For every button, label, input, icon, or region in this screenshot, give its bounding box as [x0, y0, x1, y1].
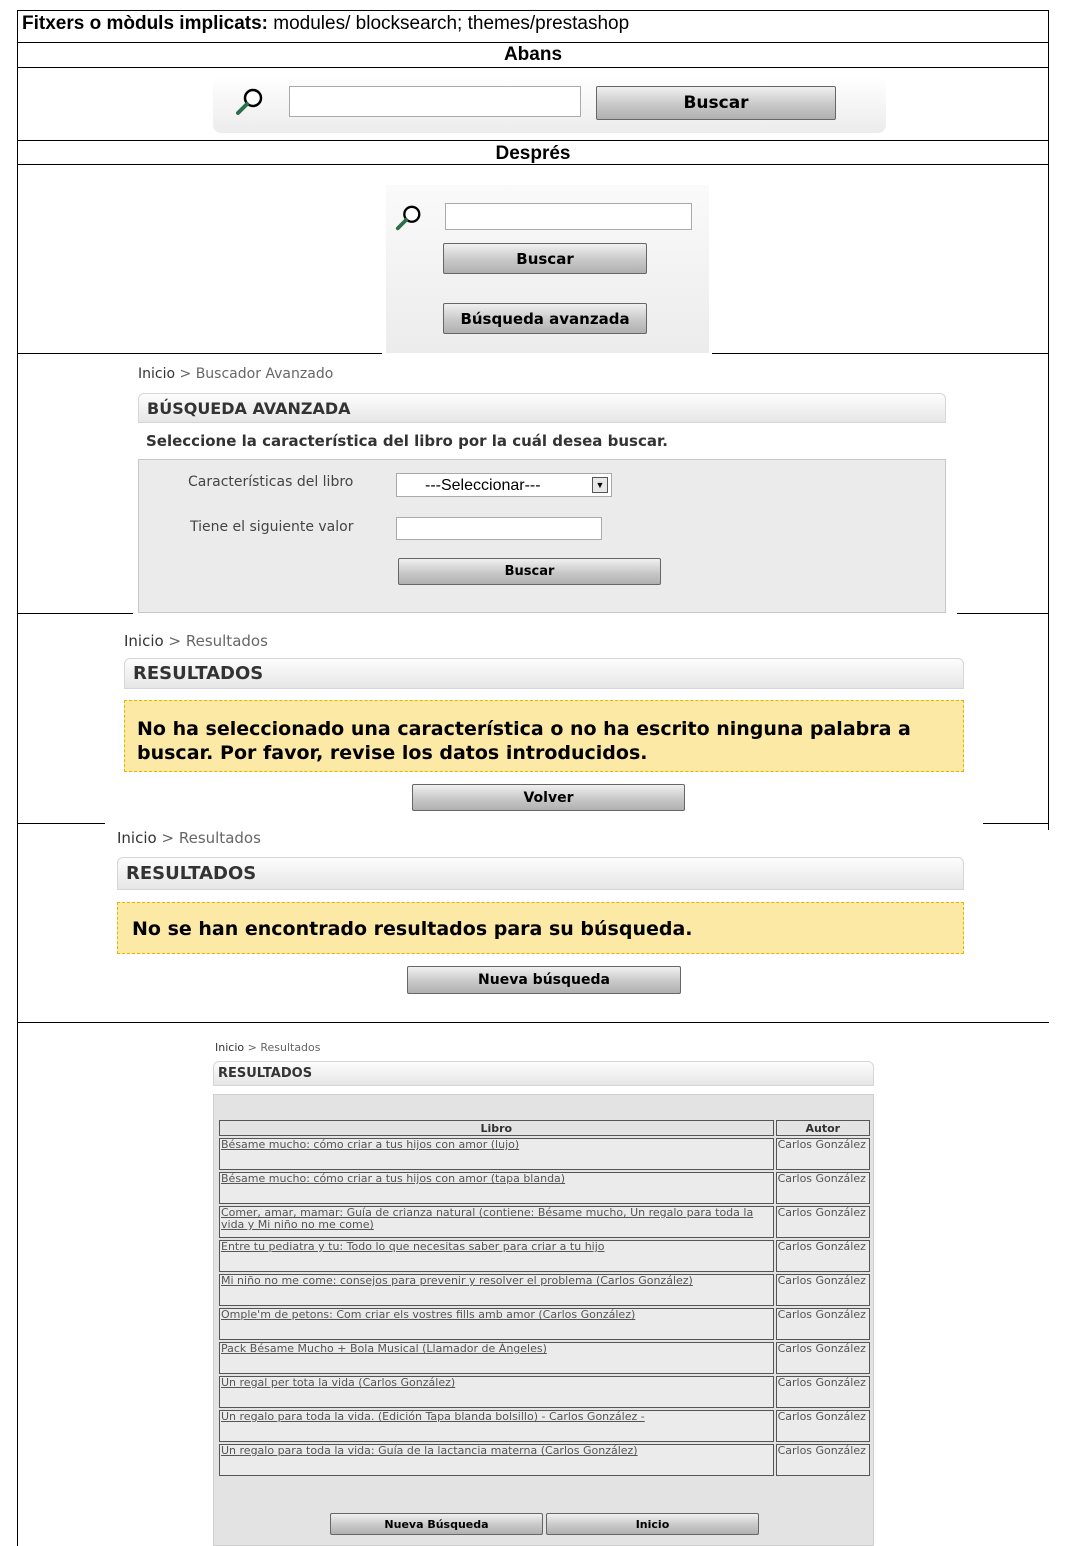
row-divider: [983, 823, 1049, 824]
header-value: modules/ blocksearch; themes/prestashop: [268, 13, 630, 34]
new-search-button[interactable]: Nueva Búsqueda: [330, 1513, 543, 1535]
book-link[interactable]: Bésame mucho: cómo criar a tus hijos con…: [221, 1172, 565, 1185]
author-cell: Carlos González: [775, 1172, 870, 1204]
author-cell: Carlos González: [775, 1274, 870, 1306]
after-title: Després: [495, 143, 571, 164]
breadcrumb: Inicio > Resultados: [124, 632, 268, 650]
table-row: Pack Bésame Mucho + Bola Musical (Llamad…: [219, 1342, 870, 1374]
feature-select-value: ---Seleccionar---: [425, 477, 541, 494]
table-row: Mi niño no me come: consejos para preven…: [219, 1274, 870, 1306]
breadcrumb: Inicio > Buscador Avanzado: [138, 366, 333, 382]
book-link[interactable]: Mi niño no me come: consejos para preven…: [221, 1274, 693, 1287]
table-row: Un regalo para toda la vida. (Edición Ta…: [219, 1410, 870, 1442]
breadcrumb-current: Resultados: [260, 1041, 321, 1054]
results-table: Libro Autor Bésame mucho: cómo criar a t…: [217, 1118, 872, 1478]
advanced-search-instruction: Seleccione la característica del libro p…: [146, 432, 668, 450]
before-search-input[interactable]: [289, 86, 581, 117]
after-search-button[interactable]: Buscar: [443, 243, 647, 274]
error-message: No ha seleccionado una característica o …: [124, 700, 964, 772]
frame-top-border: [17, 10, 1049, 11]
row-divider: [17, 67, 1049, 68]
column-header-book: Libro: [219, 1120, 774, 1136]
results-title: RESULTADOS: [213, 1061, 874, 1086]
breadcrumb: Inicio > Resultados: [215, 1041, 321, 1054]
breadcrumb-current: Resultados: [178, 829, 261, 847]
after-search-input[interactable]: [445, 203, 692, 230]
author-cell: Carlos González: [775, 1138, 870, 1170]
breadcrumb-home[interactable]: Inicio: [138, 366, 175, 382]
breadcrumb-home[interactable]: Inicio: [117, 829, 157, 847]
column-header-author: Autor: [775, 1120, 870, 1136]
table-row: Bésame mucho: cómo criar a tus hijos con…: [219, 1172, 870, 1204]
advanced-submit-button[interactable]: Buscar: [398, 558, 661, 585]
header-label: Fitxers o mòduls implicats:: [22, 13, 268, 34]
author-cell: Carlos González: [775, 1376, 870, 1408]
back-button[interactable]: Volver: [412, 784, 685, 811]
advanced-search-button[interactable]: Búsqueda avanzada: [443, 303, 647, 334]
book-link[interactable]: Comer, amar, mamar: Guía de crianza natu…: [221, 1206, 753, 1231]
feature-select[interactable]: ---Seleccionar--- ▼: [396, 473, 612, 497]
row-divider: [17, 613, 133, 614]
author-cell: Carlos González: [775, 1444, 870, 1476]
before-title: Abans: [503, 44, 563, 65]
row-divider: [712, 353, 1049, 354]
error-message-line1: No ha seleccionado una característica o …: [137, 718, 911, 740]
author-cell: Carlos González: [775, 1342, 870, 1374]
row-divider: [957, 613, 1049, 614]
table-row: Bésame mucho: cómo criar a tus hijos con…: [219, 1138, 870, 1170]
row-divider: [17, 1022, 1049, 1023]
book-link[interactable]: Omple'm de petons: Com criar els vostres…: [221, 1308, 635, 1321]
breadcrumb: Inicio > Resultados: [117, 829, 261, 847]
new-search-button[interactable]: Nueva búsqueda: [407, 966, 681, 994]
search-icon: [236, 88, 263, 115]
breadcrumb-home[interactable]: Inicio: [215, 1041, 244, 1054]
before-search-button[interactable]: Buscar: [596, 86, 836, 120]
home-button[interactable]: Inicio: [546, 1513, 759, 1535]
book-link[interactable]: Un regalo para toda la vida: Guía de la …: [221, 1444, 638, 1457]
value-label: Tiene el siguiente valor: [190, 519, 354, 535]
row-divider: [17, 42, 1049, 43]
table-row: Un regal per tota la vida (Carlos Gonzál…: [219, 1376, 870, 1408]
breadcrumb-home[interactable]: Inicio: [124, 632, 164, 650]
table-row: Omple'm de petons: Com criar els vostres…: [219, 1308, 870, 1340]
table-row: Un regalo para toda la vida: Guía de la …: [219, 1444, 870, 1476]
book-link[interactable]: Entre tu pediatra y tu: Todo lo que nece…: [221, 1240, 605, 1253]
results-title: RESULTADOS: [117, 857, 964, 890]
breadcrumb-separator: >: [179, 366, 192, 382]
breadcrumb-separator: >: [168, 632, 182, 650]
row-divider: [17, 823, 105, 824]
author-cell: Carlos González: [775, 1240, 870, 1272]
no-results-message: No se han encontrado resultados para su …: [117, 902, 964, 954]
author-cell: Carlos González: [775, 1410, 870, 1442]
breadcrumb-current: Buscador Avanzado: [195, 366, 334, 382]
table-row: Entre tu pediatra y tu: Todo lo que nece…: [219, 1240, 870, 1272]
author-cell: Carlos González: [775, 1206, 870, 1238]
row-divider: [17, 353, 382, 354]
value-input[interactable]: [396, 517, 602, 540]
frame-left-border: [17, 10, 18, 1546]
search-icon: [395, 205, 421, 231]
breadcrumb-separator: >: [247, 1041, 257, 1054]
table-row: Comer, amar, mamar: Guía de crianza natu…: [219, 1206, 870, 1238]
book-link[interactable]: Pack Bésame Mucho + Bola Musical (Llamad…: [221, 1342, 547, 1355]
book-link[interactable]: Un regal per tota la vida (Carlos Gonzál…: [221, 1376, 455, 1389]
row-divider: [17, 140, 1049, 141]
advanced-search-title: BÚSQUEDA AVANZADA: [138, 393, 946, 423]
author-cell: Carlos González: [775, 1308, 870, 1340]
table-header-row: Libro Autor: [219, 1120, 870, 1136]
frame-right-border: [1048, 10, 1049, 830]
results-title: RESULTADOS: [124, 658, 964, 689]
feature-label: Características del libro: [188, 474, 354, 490]
book-link[interactable]: Bésame mucho: cómo criar a tus hijos con…: [221, 1138, 519, 1151]
book-link[interactable]: Un regalo para toda la vida. (Edición Ta…: [221, 1410, 645, 1423]
error-message-line2: buscar. Por favor, revise los datos intr…: [137, 742, 648, 764]
breadcrumb-current: Resultados: [185, 632, 268, 650]
chevron-down-icon[interactable]: ▼: [592, 477, 608, 493]
files-involved-header: Fitxers o mòduls implicats: modules/ blo…: [22, 13, 629, 35]
breadcrumb-separator: >: [161, 829, 175, 847]
